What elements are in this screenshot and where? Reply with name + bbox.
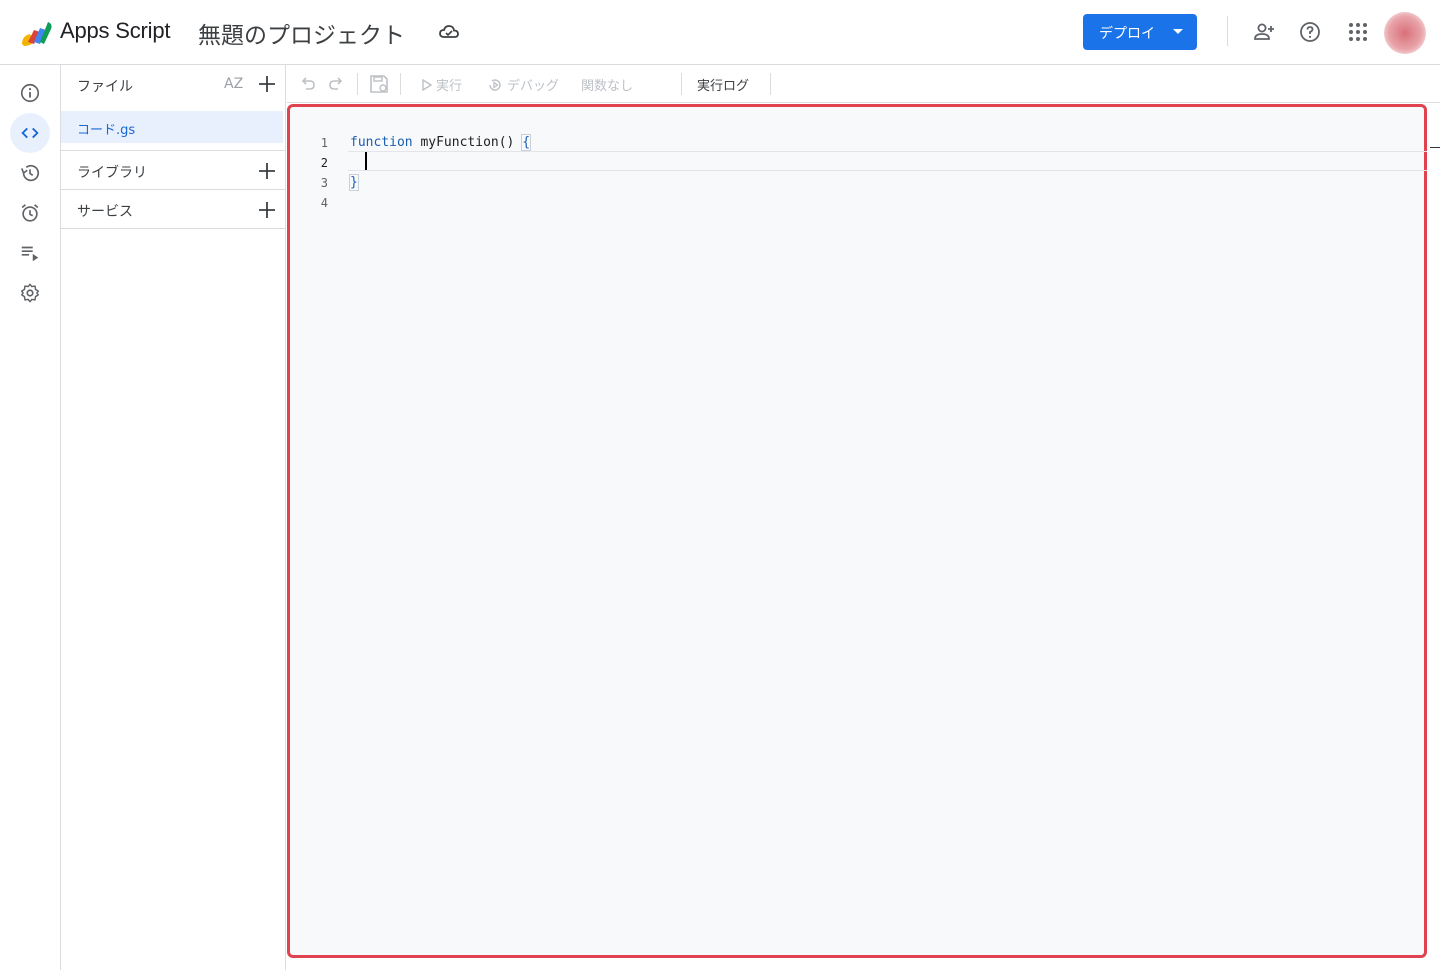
editor-toolbar: 実行 デバッグ 関数なし 実行ログ xyxy=(287,65,1440,103)
file-item-code-gs[interactable]: コード.gs xyxy=(61,111,283,143)
add-service-plus-icon[interactable] xyxy=(258,201,276,219)
debug-button[interactable]: デバッグ xyxy=(487,75,559,94)
apps-script-logo-icon[interactable] xyxy=(20,18,54,48)
line-number: 4 xyxy=(320,196,328,210)
alarm-icon xyxy=(21,204,39,222)
debug-label: デバッグ xyxy=(507,79,560,94)
code-editor[interactable]: 1 2 3 4 function myFunction() { } xyxy=(287,104,1427,958)
play-icon xyxy=(422,78,432,91)
files-label: ファイル xyxy=(77,79,133,95)
undo-icon[interactable] xyxy=(299,75,317,93)
project-title[interactable]: 無題のプロジェクト xyxy=(198,16,405,50)
add-person-icon[interactable] xyxy=(1252,20,1276,44)
line-number: 1 xyxy=(320,136,328,150)
help-icon[interactable] xyxy=(1298,20,1322,44)
run-label: 実行 xyxy=(436,79,463,94)
current-line-highlight xyxy=(348,151,1427,171)
toolbar-separator xyxy=(681,73,682,95)
toolbar-separator xyxy=(357,73,358,95)
file-label: コード.gs xyxy=(77,123,136,138)
sort-az-button[interactable]: AZ xyxy=(224,76,243,92)
services-label: サービス xyxy=(77,204,133,220)
code-line-1: function myFunction() { xyxy=(350,133,532,153)
history-icon xyxy=(20,164,39,182)
app-name[interactable]: Apps Script xyxy=(60,18,170,44)
executions-icon xyxy=(21,246,39,262)
libraries-label: ライブラリ xyxy=(77,165,147,181)
code-line-3: } xyxy=(349,173,359,193)
code-keyword: function xyxy=(350,135,413,150)
execution-log-button[interactable]: 実行ログ xyxy=(697,75,749,94)
versions-nav-item[interactable] xyxy=(10,153,50,193)
text-cursor xyxy=(365,152,367,170)
scrollbar-edge xyxy=(1430,147,1440,148)
settings-icon xyxy=(21,283,39,303)
deploy-button[interactable]: デプロイ xyxy=(1083,14,1197,50)
debug-icon xyxy=(489,78,501,91)
toolbar-separator xyxy=(400,73,401,95)
save-icon[interactable] xyxy=(369,74,389,94)
top-app-bar: Apps Script 無題のプロジェクト デプロイ xyxy=(0,0,1440,65)
deploy-label: デプロイ xyxy=(1099,26,1155,42)
add-file-plus-icon[interactable] xyxy=(258,75,276,93)
files-section: ファイル AZ コード.gs xyxy=(61,65,286,151)
cloud-icon[interactable] xyxy=(438,22,460,42)
line-number: 2 xyxy=(320,156,328,170)
code-close-brace: } xyxy=(349,174,359,191)
left-nav-rail xyxy=(0,65,61,970)
code-icon xyxy=(21,127,39,139)
code-function-name: myFunction() xyxy=(420,135,515,150)
run-button[interactable]: 実行 xyxy=(422,75,462,94)
execution-log-label: 実行ログ xyxy=(697,79,750,94)
redo-icon[interactable] xyxy=(327,75,345,93)
overview-nav-item[interactable] xyxy=(10,73,50,113)
files-panel: ファイル AZ コード.gs ライブラリ サービス xyxy=(61,65,286,970)
triggers-nav-item[interactable] xyxy=(10,193,50,233)
line-number: 3 xyxy=(320,176,328,190)
add-library-plus-icon[interactable] xyxy=(258,162,276,180)
header-divider xyxy=(1227,16,1228,46)
function-select-value: 関数なし xyxy=(581,79,634,94)
editor-nav-item[interactable] xyxy=(10,113,50,153)
code-open-brace: { xyxy=(521,134,532,151)
avatar[interactable] xyxy=(1384,12,1426,54)
chevron-down-icon xyxy=(1173,29,1183,34)
settings-nav-item[interactable] xyxy=(10,273,50,313)
executions-nav-item[interactable] xyxy=(10,233,50,273)
apps-grid-icon[interactable] xyxy=(1346,20,1370,44)
function-select[interactable]: 関数なし xyxy=(581,75,633,94)
libraries-section: ライブラリ xyxy=(61,151,286,190)
toolbar-separator xyxy=(770,73,771,95)
info-icon xyxy=(20,83,40,103)
services-section: サービス xyxy=(61,190,286,229)
